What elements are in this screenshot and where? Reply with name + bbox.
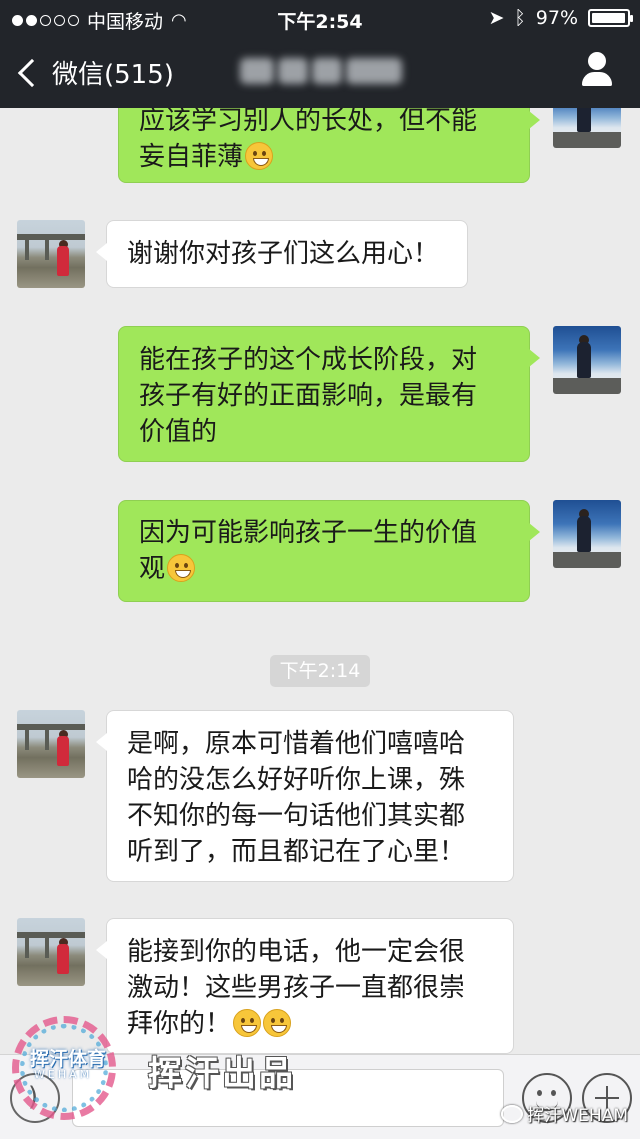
chevron-left-icon bbox=[17, 58, 47, 87]
message-text: 拜你的！ bbox=[127, 1009, 232, 1039]
back-button-label: 微信(515) bbox=[52, 60, 174, 90]
message-bubble-received[interactable]: 谢谢你对孩子们这么用心！ bbox=[96, 220, 468, 288]
message-bubble-sent[interactable]: 能在孩子的这个成长阶段，对 孩子有好的正面影响，是最有 价值的 bbox=[118, 326, 540, 462]
battery-percent: 97% bbox=[535, 7, 578, 29]
message-text: 能接到你的电话，他一定会很 bbox=[127, 937, 466, 967]
bluetooth-icon: ᛒ bbox=[514, 7, 526, 29]
smile-emoji-icon bbox=[233, 1009, 262, 1037]
location-arrow-icon: ➤ bbox=[488, 7, 505, 29]
watermark-brand-latin: WEHAM bbox=[34, 1068, 93, 1081]
my-avatar[interactable] bbox=[553, 500, 621, 568]
message-text: 谢谢你对孩子们这么用心！ bbox=[127, 239, 440, 269]
top-bar: 中国移动 ◠ 下午2:54 ➤ ᛒ 97% 微信(515) bbox=[0, 0, 640, 108]
back-button[interactable]: 微信(515) bbox=[16, 54, 174, 91]
navigation-bar: 微信(515) bbox=[0, 36, 640, 108]
message-text: 不知你的每一句话他们其实都 bbox=[127, 801, 466, 831]
message-text: 观 bbox=[139, 554, 166, 584]
message-text: 哈的没怎么好好听你上课，殊 bbox=[127, 765, 466, 795]
wechat-icon bbox=[501, 1104, 524, 1123]
watermark-slogan: 挥汗出品 bbox=[148, 1054, 296, 1094]
message-text: 孩子有好的正面影响，是最有 bbox=[139, 381, 478, 411]
message-bubble-received[interactable]: 是啊，原本可惜着他们嘻嘻哈 哈的没怎么好好听你上课，殊 不知你的每一句话他们其实… bbox=[96, 710, 514, 882]
battery-level bbox=[592, 13, 625, 23]
message-text: 是啊，原本可惜着他们嘻嘻哈 bbox=[127, 729, 466, 759]
message-bubble-sent[interactable]: 因为可能影响孩子一生的价值 观 bbox=[118, 500, 540, 602]
grin-emoji-icon bbox=[245, 142, 274, 170]
smile-emoji-icon bbox=[263, 1009, 292, 1037]
status-bar: 中国移动 ◠ 下午2:54 ➤ ᛒ 97% bbox=[0, 0, 640, 36]
message-text: 价值的 bbox=[139, 417, 218, 447]
message-text: 妄自菲薄 bbox=[139, 142, 244, 172]
message-timestamp: 下午2:14 bbox=[270, 655, 370, 687]
contact-avatar[interactable] bbox=[17, 918, 85, 986]
contact-avatar[interactable] bbox=[17, 710, 85, 778]
message-text: 听到了，而且都记在了心里！ bbox=[127, 837, 466, 867]
wink-tongue-emoji-icon bbox=[167, 554, 196, 582]
person-icon bbox=[588, 52, 606, 70]
message-text: 应该学习别人的长处，但不能 bbox=[139, 106, 478, 136]
watermark-corner: 挥汗WEHAM bbox=[501, 1101, 628, 1126]
chat-info-button[interactable] bbox=[580, 52, 614, 88]
message-text: 因为可能影响孩子一生的价值 bbox=[139, 518, 478, 548]
contact-avatar[interactable] bbox=[17, 220, 85, 288]
message-bubble-received[interactable]: 能接到你的电话，他一定会很 激动！这些男孩子一直都很崇 拜你的！ bbox=[96, 918, 514, 1054]
message-text: 能在孩子的这个成长阶段，对 bbox=[139, 345, 478, 375]
watermark-brand: 挥汗体育 bbox=[30, 1048, 107, 1070]
battery-icon bbox=[588, 9, 633, 27]
message-text: 激动！这些男孩子一直都很崇 bbox=[127, 973, 466, 1003]
my-avatar[interactable] bbox=[553, 326, 621, 394]
chat-title-blurred bbox=[240, 54, 405, 88]
watermark-corner-text: 挥汗WEHAM bbox=[527, 1106, 628, 1126]
